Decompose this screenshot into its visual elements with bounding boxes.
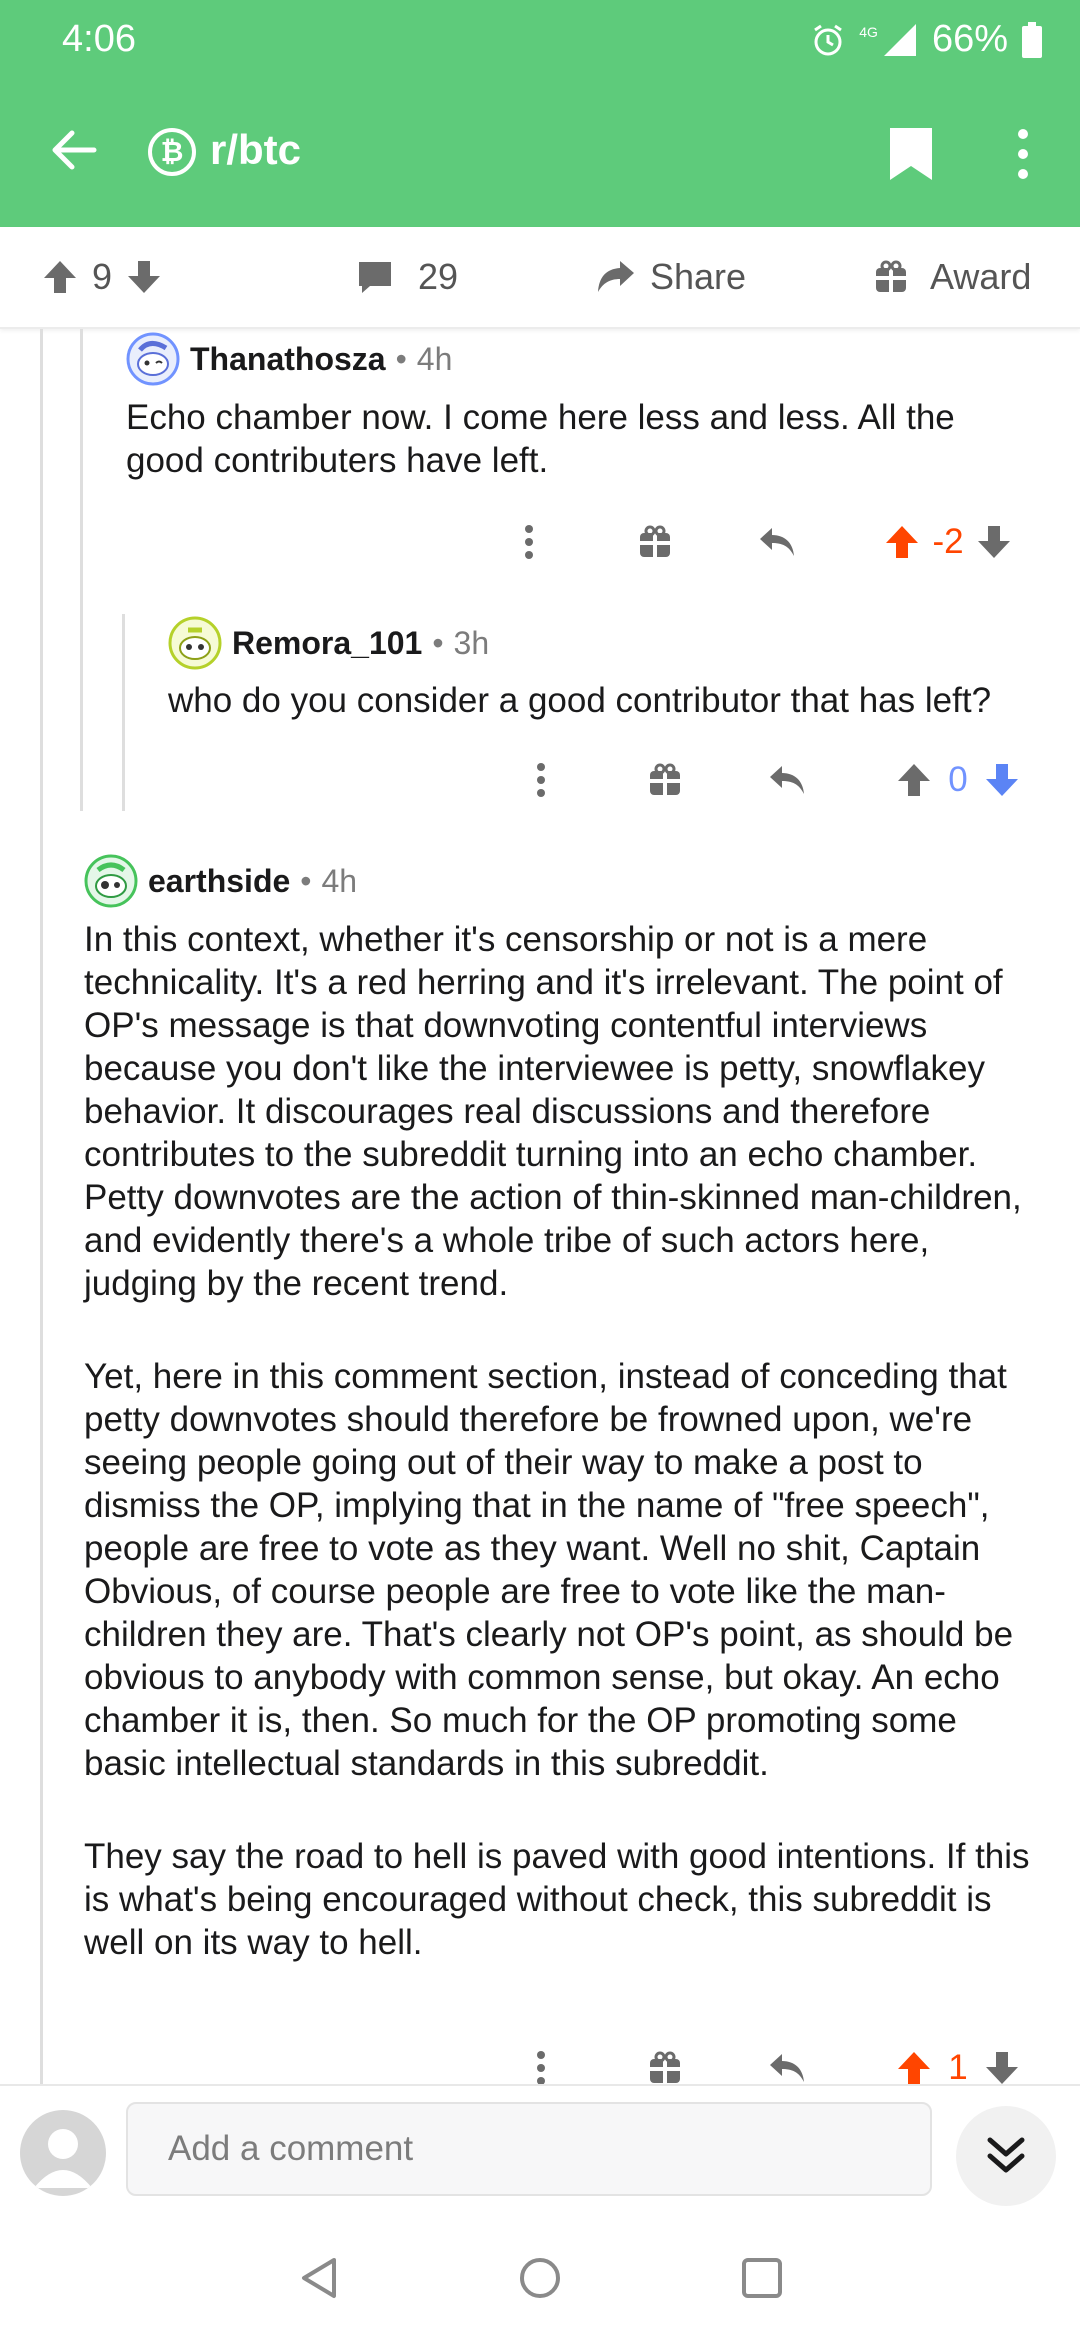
upvote-icon[interactable] <box>896 2050 932 2086</box>
comment-score: 1 <box>948 2048 968 2087</box>
comment-reply-button[interactable] <box>752 512 802 572</box>
comment-award-button[interactable] <box>640 750 690 810</box>
status-icons: 4G 66% <box>811 18 1042 61</box>
more-vertical-icon <box>537 2051 545 2085</box>
reply-icon <box>770 766 804 794</box>
user-avatar[interactable] <box>84 854 138 908</box>
share-label: Share <box>650 256 747 297</box>
comment-vote-group: 0 <box>888 750 1028 810</box>
more-vertical-icon <box>525 525 533 559</box>
bookmark-icon[interactable] <box>888 126 934 182</box>
network-label: 4G <box>859 23 878 40</box>
comment-actions: 0 <box>490 750 1050 810</box>
comment-body: Echo chamber now. I come here less and l… <box>126 396 1026 482</box>
comment-time: 4h <box>416 340 453 377</box>
comment-icon <box>359 262 391 293</box>
user-avatar[interactable] <box>168 616 222 670</box>
comment-award-button[interactable] <box>630 512 680 572</box>
battery-icon <box>1022 21 1042 58</box>
share-button[interactable]: Share <box>596 227 746 327</box>
thread-line[interactable] <box>122 614 125 811</box>
award-label: Award <box>930 256 1032 297</box>
post-action-bar: 9 29 Share Award <box>0 227 1080 329</box>
comment-more-button[interactable] <box>526 750 556 810</box>
signal-icon <box>883 23 916 56</box>
gift-icon <box>876 260 906 292</box>
gift-icon <box>650 763 680 795</box>
comment-reply-button[interactable] <box>762 750 812 810</box>
comment-paragraph: Yet, here in this comment section, inste… <box>84 1357 1014 1783</box>
separator-dot: • <box>395 340 407 377</box>
downvote-icon[interactable] <box>126 259 162 295</box>
reply-icon <box>760 528 794 556</box>
current-user-avatar[interactable] <box>20 2110 106 2196</box>
comment-more-button[interactable] <box>514 512 544 572</box>
comment-score: -2 <box>932 522 964 561</box>
comment-author[interactable]: Remora_101 <box>232 625 422 662</box>
back-arrow-icon[interactable] <box>48 125 98 175</box>
separator-dot: • <box>300 862 312 899</box>
double-chevron-down-icon <box>987 2137 1025 2173</box>
subreddit-name[interactable]: r/btc <box>210 126 301 174</box>
separator-dot: • <box>432 624 444 661</box>
comment-header: earthside • 4h <box>84 854 357 908</box>
user-silhouette-icon <box>34 2129 92 2188</box>
downvote-icon[interactable] <box>984 2050 1020 2086</box>
system-nav-bar <box>0 2214 1080 2340</box>
battery-percent: 66% <box>931 18 1008 60</box>
status-time: 4:06 <box>62 18 136 60</box>
more-vertical-icon <box>537 763 545 797</box>
comment-score: 0 <box>948 760 968 799</box>
upvote-icon[interactable] <box>884 524 920 560</box>
more-options-icon[interactable] <box>1003 126 1043 182</box>
add-comment-placeholder: Add a comment <box>168 2129 414 2168</box>
nav-back-icon[interactable] <box>298 2256 342 2300</box>
post-score: 9 <box>92 256 113 297</box>
comments-button[interactable]: 29 <box>356 227 458 327</box>
comment-time: 4h <box>321 862 358 899</box>
app-header: 4:06 4G 66% ₿ r/btc <box>0 0 1080 227</box>
comment-paragraph: They say the road to hell is paved with … <box>84 1837 1030 1962</box>
reply-icon <box>770 2054 804 2082</box>
alarm-icon <box>814 24 843 55</box>
nav-home-icon[interactable] <box>518 2256 562 2300</box>
comment-vote-group: -2 <box>878 512 1018 572</box>
collapse-threads-button[interactable] <box>956 2106 1056 2206</box>
comment-paragraph: Echo chamber now. I come here less and l… <box>126 398 955 480</box>
comment-header: Thanathosza • 4h <box>126 332 452 386</box>
upvote-icon[interactable] <box>896 762 932 798</box>
award-button[interactable]: Award <box>874 227 1031 327</box>
add-comment-input[interactable]: Add a comment <box>126 2102 932 2196</box>
gift-icon <box>640 525 670 557</box>
thread-line[interactable] <box>40 329 43 2084</box>
user-avatar[interactable] <box>126 332 180 386</box>
thread-line[interactable] <box>80 329 83 811</box>
comment-body: In this context, whether it's censorship… <box>84 918 1044 1964</box>
comment-paragraph: who do you consider a good contributor t… <box>168 681 992 720</box>
comment-actions: -2 <box>480 512 1040 572</box>
comment-header: Remora_101 • 3h <box>168 616 489 670</box>
comment-author[interactable]: earthside <box>148 863 290 900</box>
share-icon <box>598 261 634 292</box>
vote-group: 9 <box>42 227 162 327</box>
downvote-icon[interactable] <box>976 524 1012 560</box>
comment-body: who do you consider a good contributor t… <box>168 679 1048 722</box>
gift-icon <box>650 2051 680 2083</box>
comment-count: 29 <box>418 256 459 297</box>
downvote-icon[interactable] <box>984 762 1020 798</box>
upvote-icon[interactable] <box>42 259 78 295</box>
bitcoin-icon: ₿ <box>148 128 196 176</box>
comment-author[interactable]: Thanathosza <box>190 341 386 378</box>
comment-time: 3h <box>453 624 490 661</box>
nav-recents-icon[interactable] <box>740 2256 784 2300</box>
comment-paragraph: In this context, whether it's censorship… <box>84 920 1022 1303</box>
